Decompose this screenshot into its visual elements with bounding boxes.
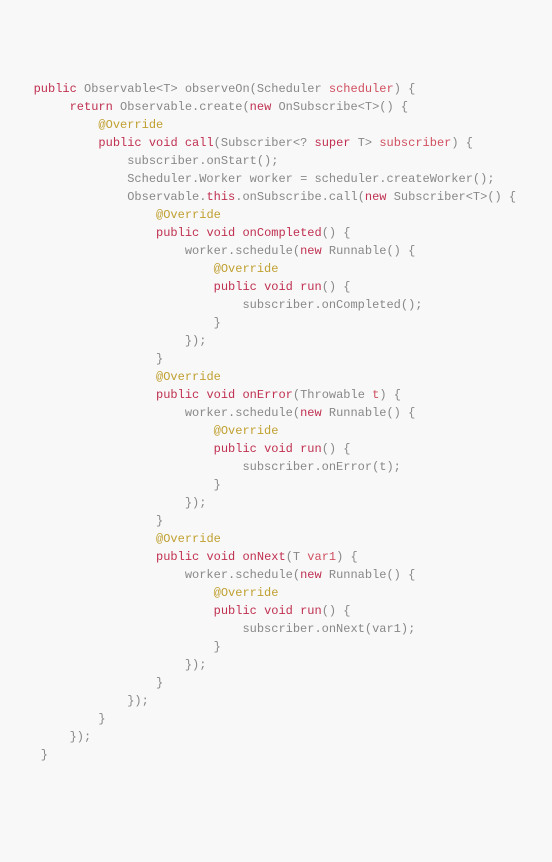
- annotation-override: @Override: [214, 586, 279, 600]
- keyword-public: public: [156, 388, 199, 402]
- type-runnable: Runnable: [329, 244, 387, 258]
- keyword-void: void: [264, 442, 293, 456]
- keyword-void: void: [206, 550, 235, 564]
- annotation-override: @Override: [214, 424, 279, 438]
- annotation-override: @Override: [214, 262, 279, 276]
- method-onNext: onNext: [322, 622, 365, 636]
- param-scheduler: scheduler: [329, 82, 394, 96]
- type-worker: Worker: [199, 172, 242, 186]
- keyword-new: new: [250, 100, 272, 114]
- var-scheduler: scheduler: [314, 172, 379, 186]
- type-scheduler: Scheduler: [127, 172, 192, 186]
- method-observeOn: observeOn: [185, 82, 250, 96]
- type-T: T: [473, 190, 480, 204]
- var-subscriber: subscriber: [127, 154, 199, 168]
- keyword-public: public: [156, 226, 199, 240]
- method-call: call: [185, 136, 214, 150]
- method-onNext: onNext: [242, 550, 285, 564]
- var-subscriber: subscriber: [242, 298, 314, 312]
- type-observable: Observable: [84, 82, 156, 96]
- keyword-public: public: [214, 280, 257, 294]
- method-schedule: schedule: [235, 406, 293, 420]
- param-var1: var1: [307, 550, 336, 564]
- annotation-override: @Override: [156, 532, 221, 546]
- type-observable: Observable: [127, 190, 199, 204]
- method-schedule: schedule: [235, 244, 293, 258]
- var-worker: worker: [185, 244, 228, 258]
- type-scheduler: Scheduler: [257, 82, 322, 96]
- keyword-this: this: [206, 190, 235, 204]
- keyword-new: new: [365, 190, 387, 204]
- code-block: public Observable<T> observeOn(Scheduler…: [12, 80, 540, 764]
- type-runnable: Runnable: [329, 568, 387, 582]
- type-runnable: Runnable: [329, 406, 387, 420]
- field-onSubscribe: onSubscribe: [242, 190, 321, 204]
- keyword-new: new: [300, 244, 322, 258]
- annotation-override: @Override: [156, 208, 221, 222]
- keyword-void: void: [206, 226, 235, 240]
- keyword-void: void: [206, 388, 235, 402]
- var-worker: worker: [250, 172, 293, 186]
- keyword-public: public: [156, 550, 199, 564]
- keyword-new: new: [300, 406, 322, 420]
- type-T: T: [293, 550, 300, 564]
- var-worker: worker: [185, 568, 228, 582]
- annotation-override: @Override: [156, 370, 221, 384]
- keyword-super: super: [315, 136, 351, 150]
- keyword-public: public: [214, 604, 257, 618]
- var-subscriber: subscriber: [242, 460, 314, 474]
- method-run: run: [300, 280, 322, 294]
- var-worker: worker: [185, 406, 228, 420]
- type-subscriber: Subscriber: [221, 136, 293, 150]
- type-subscriber: Subscriber: [394, 190, 466, 204]
- keyword-new: new: [300, 568, 322, 582]
- method-createWorker: createWorker: [387, 172, 473, 186]
- type-throwable: Throwable: [300, 388, 365, 402]
- type-onsubscribe: OnSubscribe: [278, 100, 357, 114]
- method-onError: onError: [322, 460, 372, 474]
- keyword-public: public: [214, 442, 257, 456]
- keyword-void: void: [149, 136, 178, 150]
- method-onError: onError: [242, 388, 292, 402]
- type-T: T: [365, 100, 372, 114]
- keyword-public: public: [34, 82, 77, 96]
- method-onCompleted: onCompleted: [242, 226, 321, 240]
- annotation-override: @Override: [98, 118, 163, 132]
- method-create: create: [199, 100, 242, 114]
- method-onStart: onStart: [206, 154, 256, 168]
- method-onCompleted: onCompleted: [322, 298, 401, 312]
- method-run: run: [300, 604, 322, 618]
- type-T: T: [358, 136, 365, 150]
- type-T: T: [163, 82, 170, 96]
- type-observable: Observable: [120, 100, 192, 114]
- method-run: run: [300, 442, 322, 456]
- param-t: t: [372, 388, 379, 402]
- keyword-public: public: [98, 136, 141, 150]
- keyword-void: void: [264, 280, 293, 294]
- method-schedule: schedule: [235, 568, 293, 582]
- var-subscriber: subscriber: [242, 622, 314, 636]
- keyword-return: return: [70, 100, 113, 114]
- param-subscriber: subscriber: [379, 136, 451, 150]
- method-call: call: [329, 190, 358, 204]
- keyword-void: void: [264, 604, 293, 618]
